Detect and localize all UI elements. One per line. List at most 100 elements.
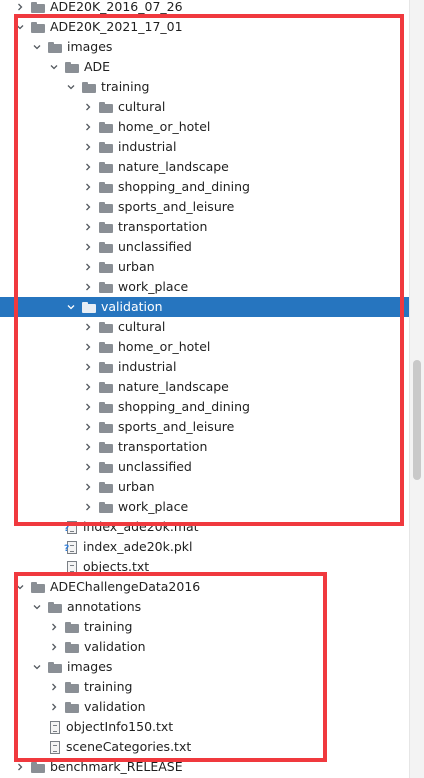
chevron-down-icon[interactable] (32, 602, 42, 612)
tree-row-label: validation (84, 639, 146, 654)
tree-row-work-place[interactable]: work_place (0, 277, 409, 297)
tree-row-label: cultural (118, 99, 166, 114)
tree-row-training[interactable]: training (0, 677, 409, 697)
tree-row-label: validation (84, 699, 146, 714)
chevron-right-icon[interactable] (83, 362, 93, 372)
tree-row-nature-landscape[interactable]: nature_landscape (0, 377, 409, 397)
tree-row-label: images (67, 39, 113, 54)
tree-row-label: ADEChallengeData2016 (50, 579, 201, 594)
tree-row-cultural[interactable]: cultural (0, 317, 409, 337)
tree-row-transportation[interactable]: transportation (0, 217, 409, 237)
tree-row-label: index_ade20k.pkl (83, 539, 193, 554)
tree-row-training[interactable]: training (0, 77, 409, 97)
tree-row-index-ade20k-pkl[interactable]: index_ade20k.pkl (0, 537, 409, 557)
tree-row-index-ade20k-mat[interactable]: index_ade20k.mat (0, 517, 409, 537)
chevron-right-icon[interactable] (15, 762, 25, 772)
folder-icon (31, 581, 45, 593)
text-file-icon (50, 740, 60, 754)
tree-row-scenecategories-txt[interactable]: sceneCategories.txt (0, 737, 409, 757)
tree-row-label: urban (118, 259, 155, 274)
chevron-down-icon[interactable] (66, 82, 76, 92)
tree-row-home-or-hotel[interactable]: home_or_hotel (0, 117, 409, 137)
chevron-right-icon[interactable] (83, 442, 93, 452)
tree-row-label: unclassified (118, 239, 192, 254)
folder-icon (31, 761, 45, 773)
tree-row-label: work_place (118, 499, 189, 514)
folder-icon (31, 1, 45, 13)
chevron-right-icon[interactable] (49, 682, 59, 692)
tree-row-nature-landscape[interactable]: nature_landscape (0, 157, 409, 177)
tree-row-benchmark-release[interactable]: benchmark_RELEASE (0, 757, 409, 777)
tree-row-adechallengedata2016[interactable]: ADEChallengeData2016 (0, 577, 409, 597)
tree-row-home-or-hotel[interactable]: home_or_hotel (0, 337, 409, 357)
chevron-right-icon[interactable] (83, 322, 93, 332)
chevron-right-icon[interactable] (83, 282, 93, 292)
tree-row-cultural[interactable]: cultural (0, 97, 409, 117)
chevron-right-icon[interactable] (49, 642, 59, 652)
tree-row-industrial[interactable]: industrial (0, 137, 409, 157)
tree-row-label: training (101, 79, 150, 94)
chevron-down-icon[interactable] (15, 22, 25, 32)
tree-row-transportation[interactable]: transportation (0, 437, 409, 457)
chevron-right-icon[interactable] (83, 262, 93, 272)
tree-row-shopping-and-dining[interactable]: shopping_and_dining (0, 177, 409, 197)
chevron-right-icon[interactable] (83, 422, 93, 432)
chevron-right-icon[interactable] (83, 402, 93, 412)
tree-row-validation[interactable]: validation (0, 637, 409, 657)
chevron-right-icon[interactable] (83, 242, 93, 252)
tree-row-ade20k-2016-07-26[interactable]: ADE20K_2016_07_26 (0, 0, 409, 17)
chevron-right-icon[interactable] (15, 2, 25, 12)
tree-row-label: training (84, 619, 133, 634)
chevron-right-icon[interactable] (83, 142, 93, 152)
tree-row-label: home_or_hotel (118, 339, 211, 354)
chevron-right-icon[interactable] (83, 202, 93, 212)
tree-row-urban[interactable]: urban (0, 257, 409, 277)
tree-row-objects-txt[interactable]: objects.txt (0, 557, 409, 577)
tree-row-images[interactable]: images (0, 37, 409, 57)
tree-row-ade[interactable]: ADE (0, 57, 409, 77)
chevron-right-icon[interactable] (49, 702, 59, 712)
chevron-right-icon[interactable] (83, 102, 93, 112)
chevron-right-icon[interactable] (83, 122, 93, 132)
tree-row-images[interactable]: images (0, 657, 409, 677)
tree-row-ade20k-2021-17-01[interactable]: ADE20K_2021_17_01 (0, 17, 409, 37)
chevron-right-icon[interactable] (49, 622, 59, 632)
chevron-down-icon[interactable] (32, 662, 42, 672)
chevron-right-icon[interactable] (83, 482, 93, 492)
chevron-right-icon[interactable] (83, 502, 93, 512)
text-file-icon (67, 560, 77, 574)
tree-row-label: sports_and_leisure (118, 419, 235, 434)
folder-icon (99, 121, 113, 133)
tree-row-sports-and-leisure[interactable]: sports_and_leisure (0, 417, 409, 437)
chevron-right-icon[interactable] (83, 342, 93, 352)
tree-row-validation[interactable]: validation (0, 697, 409, 717)
vertical-scrollbar[interactable] (409, 0, 424, 778)
chevron-down-icon[interactable] (66, 302, 76, 312)
tree-row-label: ADE20K_2021_17_01 (50, 19, 183, 34)
tree-row-annotations[interactable]: annotations (0, 597, 409, 617)
tree-row-unclassified[interactable]: unclassified (0, 237, 409, 257)
tree-row-objectinfo150-txt[interactable]: objectInfo150.txt (0, 717, 409, 737)
chevron-right-icon[interactable] (83, 382, 93, 392)
tree-row-validation[interactable]: validation (0, 297, 409, 317)
chevron-right-icon[interactable] (83, 162, 93, 172)
chevron-right-icon[interactable] (83, 222, 93, 232)
tree-row-label: work_place (118, 279, 189, 294)
folder-icon (31, 21, 45, 33)
tree-row-label: sceneCategories.txt (66, 739, 192, 754)
tree-row-industrial[interactable]: industrial (0, 357, 409, 377)
chevron-down-icon[interactable] (15, 582, 25, 592)
tree-row-urban[interactable]: urban (0, 477, 409, 497)
tree-row-unclassified[interactable]: unclassified (0, 457, 409, 477)
scrollbar-thumb[interactable] (413, 360, 421, 480)
chevron-down-icon[interactable] (49, 62, 59, 72)
tree-row-label: cultural (118, 319, 166, 334)
tree-row-sports-and-leisure[interactable]: sports_and_leisure (0, 197, 409, 217)
tree-row-training[interactable]: training (0, 617, 409, 637)
chevron-right-icon[interactable] (83, 182, 93, 192)
tree-row-label: nature_landscape (118, 379, 229, 394)
chevron-right-icon[interactable] (83, 462, 93, 472)
tree-row-shopping-and-dining[interactable]: shopping_and_dining (0, 397, 409, 417)
tree-row-work-place[interactable]: work_place (0, 497, 409, 517)
chevron-down-icon[interactable] (32, 42, 42, 52)
